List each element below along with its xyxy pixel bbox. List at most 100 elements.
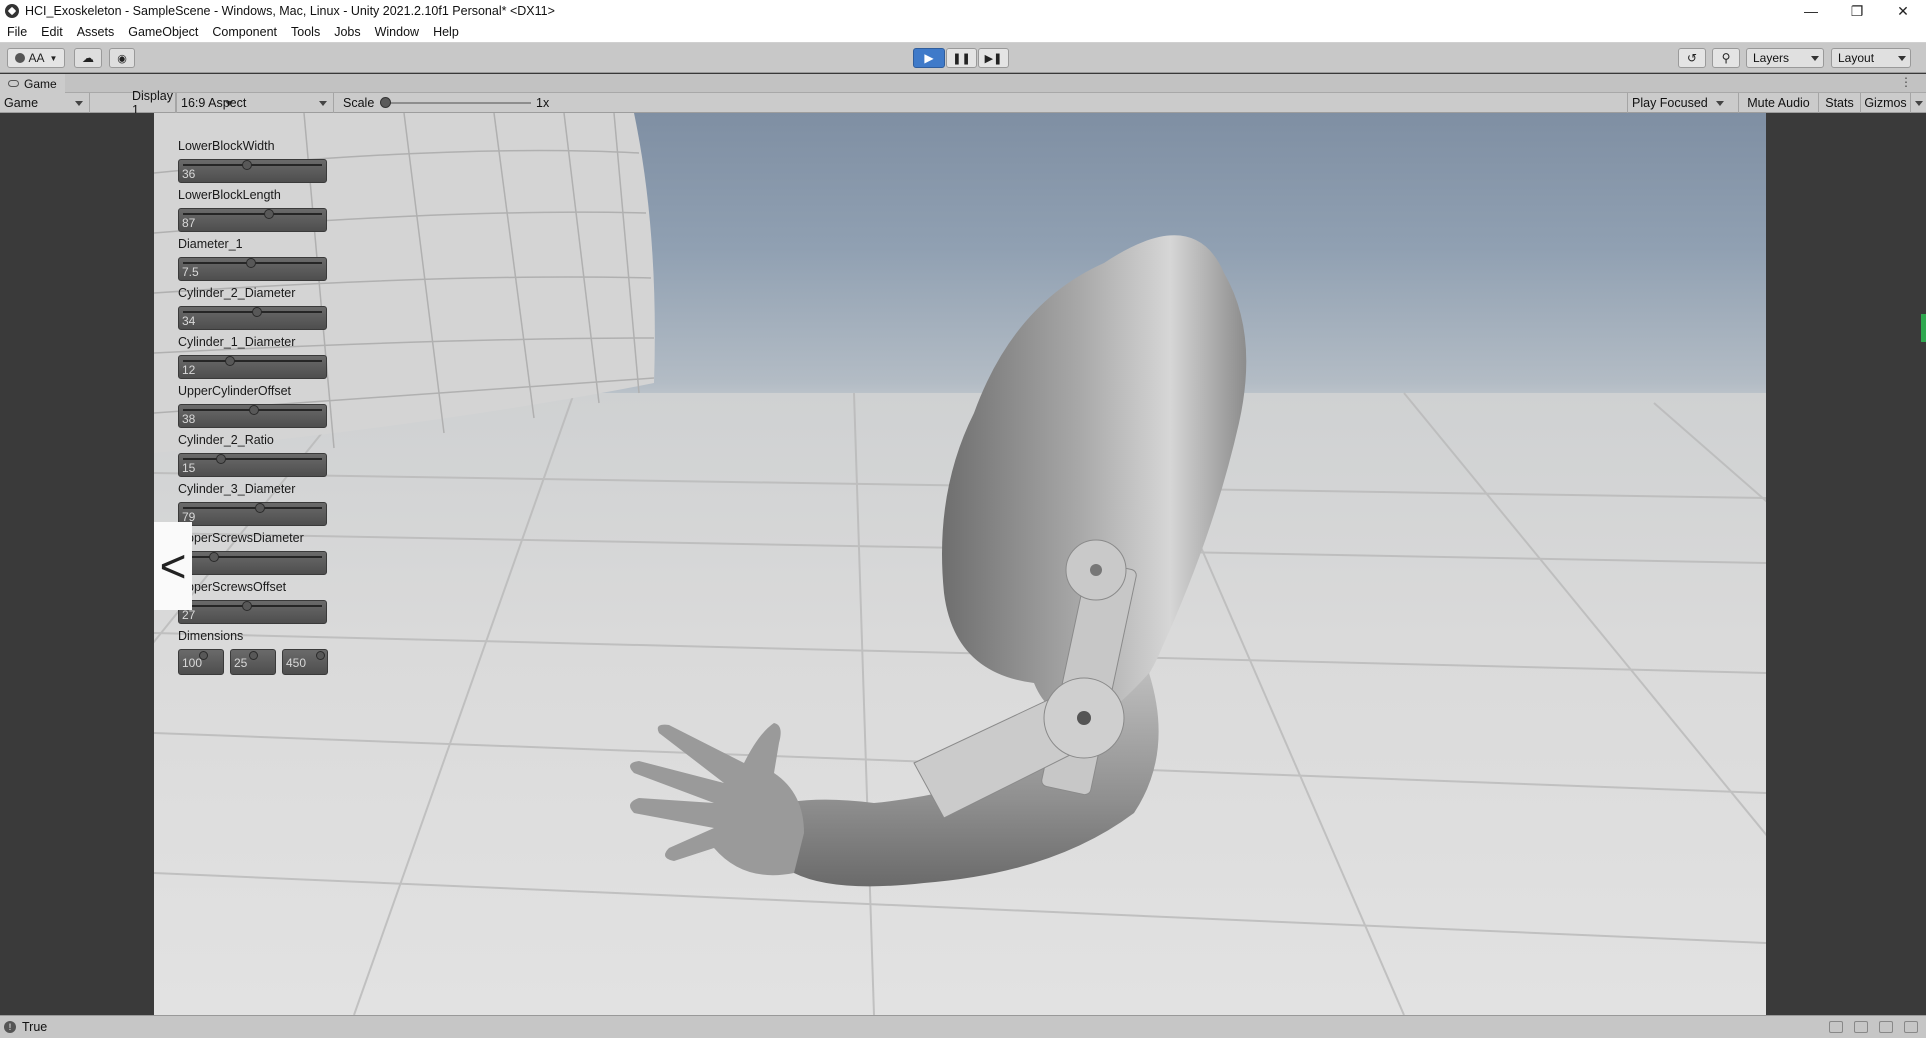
param-slider[interactable]: 2 [178,551,327,575]
menu-help[interactable]: Help [433,25,459,39]
slider-thumb[interactable] [248,405,259,415]
param-slider[interactable]: 7.5 [178,257,327,281]
mute-audio-label: Mute Audio [1747,96,1810,110]
cloud-icon: ☁ [82,51,94,65]
scale-value: 1x [536,96,550,110]
param-label: Cylinder_3_Diameter [178,482,296,496]
param-label: Cylinder_1_Diameter [178,335,296,349]
menu-file[interactable]: File [7,25,27,39]
slider-thumb[interactable] [316,651,325,660]
scale-slider-thumb[interactable] [380,97,391,108]
slider-track [183,507,322,509]
slider-thumb[interactable] [264,209,275,219]
menu-jobs[interactable]: Jobs [334,25,360,39]
unity-logo-icon [5,4,19,18]
history-button[interactable]: ↺ [1678,48,1706,68]
status-progress-icon[interactable] [1854,1021,1868,1033]
param-label: UpperScrewsDiameter [178,531,304,545]
status-lighting-icon[interactable] [1904,1021,1918,1033]
dimension-input[interactable]: 450 [282,649,328,675]
scene-render [154,113,1766,1015]
dimension-input[interactable]: 100 [178,649,224,675]
slider-thumb[interactable] [241,601,252,611]
collab-button[interactable]: ◉ [109,48,135,68]
slider-thumb[interactable] [252,307,263,317]
param-value-input[interactable]: 27 [182,608,195,622]
display-dropdown-arrow[interactable] [128,93,233,113]
param-value-input[interactable]: 87 [182,216,195,230]
status-cache-icon[interactable] [1829,1021,1843,1033]
mute-audio-button[interactable]: Mute Audio [1738,93,1818,113]
chevron-down-icon [75,101,83,106]
layout-label: Layout [1838,51,1875,65]
layers-dropdown[interactable]: Layers [1746,48,1824,68]
param-value-input[interactable]: 34 [182,314,195,328]
minimize-icon[interactable]: — [1788,0,1834,22]
param-value-input[interactable]: 12 [182,363,195,377]
menu-assets[interactable]: Assets [77,25,115,39]
gizmos-button[interactable]: Gizmos [1860,93,1910,113]
status-network-icon[interactable] [1879,1021,1893,1033]
close-icon[interactable]: ✕ [1880,0,1926,22]
viewport-letterbox-right [1766,113,1926,1015]
step-button[interactable]: ▶❚ [978,48,1009,68]
slider-thumb[interactable] [224,356,235,366]
status-bar: ! True [0,1015,1926,1038]
chevron-down-icon [1914,100,1923,106]
param-slider[interactable]: 15 [178,453,327,477]
status-text[interactable]: True [22,1020,47,1034]
param-slider[interactable]: 36 [178,159,327,183]
slider-thumb[interactable] [255,503,266,513]
play-focused-label: Play Focused [1632,96,1708,110]
restore-icon[interactable]: ❐ [1834,0,1880,22]
stats-button[interactable]: Stats [1818,93,1860,113]
slider-thumb[interactable] [249,651,258,660]
play-focused-dropdown[interactable]: Play Focused [1627,93,1730,113]
dimension-input[interactable]: 25 [230,649,276,675]
param-slider[interactable]: 79 [178,502,327,526]
param-value-input[interactable]: 38 [182,412,195,426]
exo-elbow-screw [1077,711,1091,725]
aspect-dropdown[interactable]: 16:9 Aspect [176,93,334,113]
slider-thumb[interactable] [215,454,226,464]
tab-game[interactable]: Game [0,74,65,93]
param-value-input[interactable]: 7.5 [182,265,199,279]
slider-thumb[interactable] [245,258,256,268]
stats-label: Stats [1825,96,1854,110]
back-tab-button[interactable]: < [154,522,192,610]
param-slider[interactable]: 27 [178,600,327,624]
menu-edit[interactable]: Edit [41,25,63,39]
slider-track [183,164,322,166]
gizmos-dropdown[interactable] [1910,93,1926,113]
tab-game-label: Game [24,76,57,91]
menu-window[interactable]: Window [375,25,419,39]
param-slider[interactable]: 87 [178,208,327,232]
exo-upper-screw [1090,564,1102,576]
param-slider[interactable]: 38 [178,404,327,428]
chevron-down-icon: ▼ [49,53,58,63]
account-dropdown[interactable]: AA ▼ [7,48,65,68]
pause-button[interactable]: ❚❚ [946,48,977,68]
game-viewport[interactable]: LowerBlockWidth 36 LowerBlockLength 87 Diame… [154,113,1766,1015]
param-slider[interactable]: 34 [178,306,327,330]
menu-tools[interactable]: Tools [291,25,320,39]
search-button[interactable]: ⚲ [1712,48,1740,68]
menu-component[interactable]: Component [212,25,277,39]
layout-dropdown[interactable]: Layout [1831,48,1911,68]
view-mode-dropdown[interactable]: Game [0,93,90,113]
menu-gameobject[interactable]: GameObject [128,25,198,39]
scale-slider-track[interactable] [385,102,531,104]
slider-track [183,213,322,215]
param-value-input[interactable]: 36 [182,167,195,181]
cloud-button[interactable]: ☁ [74,48,102,68]
param-value-input[interactable]: 15 [182,461,195,475]
play-button[interactable]: ▶ [913,48,945,68]
more-options-icon[interactable]: ⋮ [1900,75,1912,89]
chevron-down-icon [1898,56,1906,61]
param-slider[interactable]: 12 [178,355,327,379]
title-bar: HCI_Exoskeleton - SampleScene - Windows,… [0,0,1926,22]
slider-thumb[interactable] [209,552,220,562]
scale-label: Scale [343,96,375,110]
param-label: UpperScrewsOffset [178,580,287,594]
slider-thumb[interactable] [241,160,252,170]
